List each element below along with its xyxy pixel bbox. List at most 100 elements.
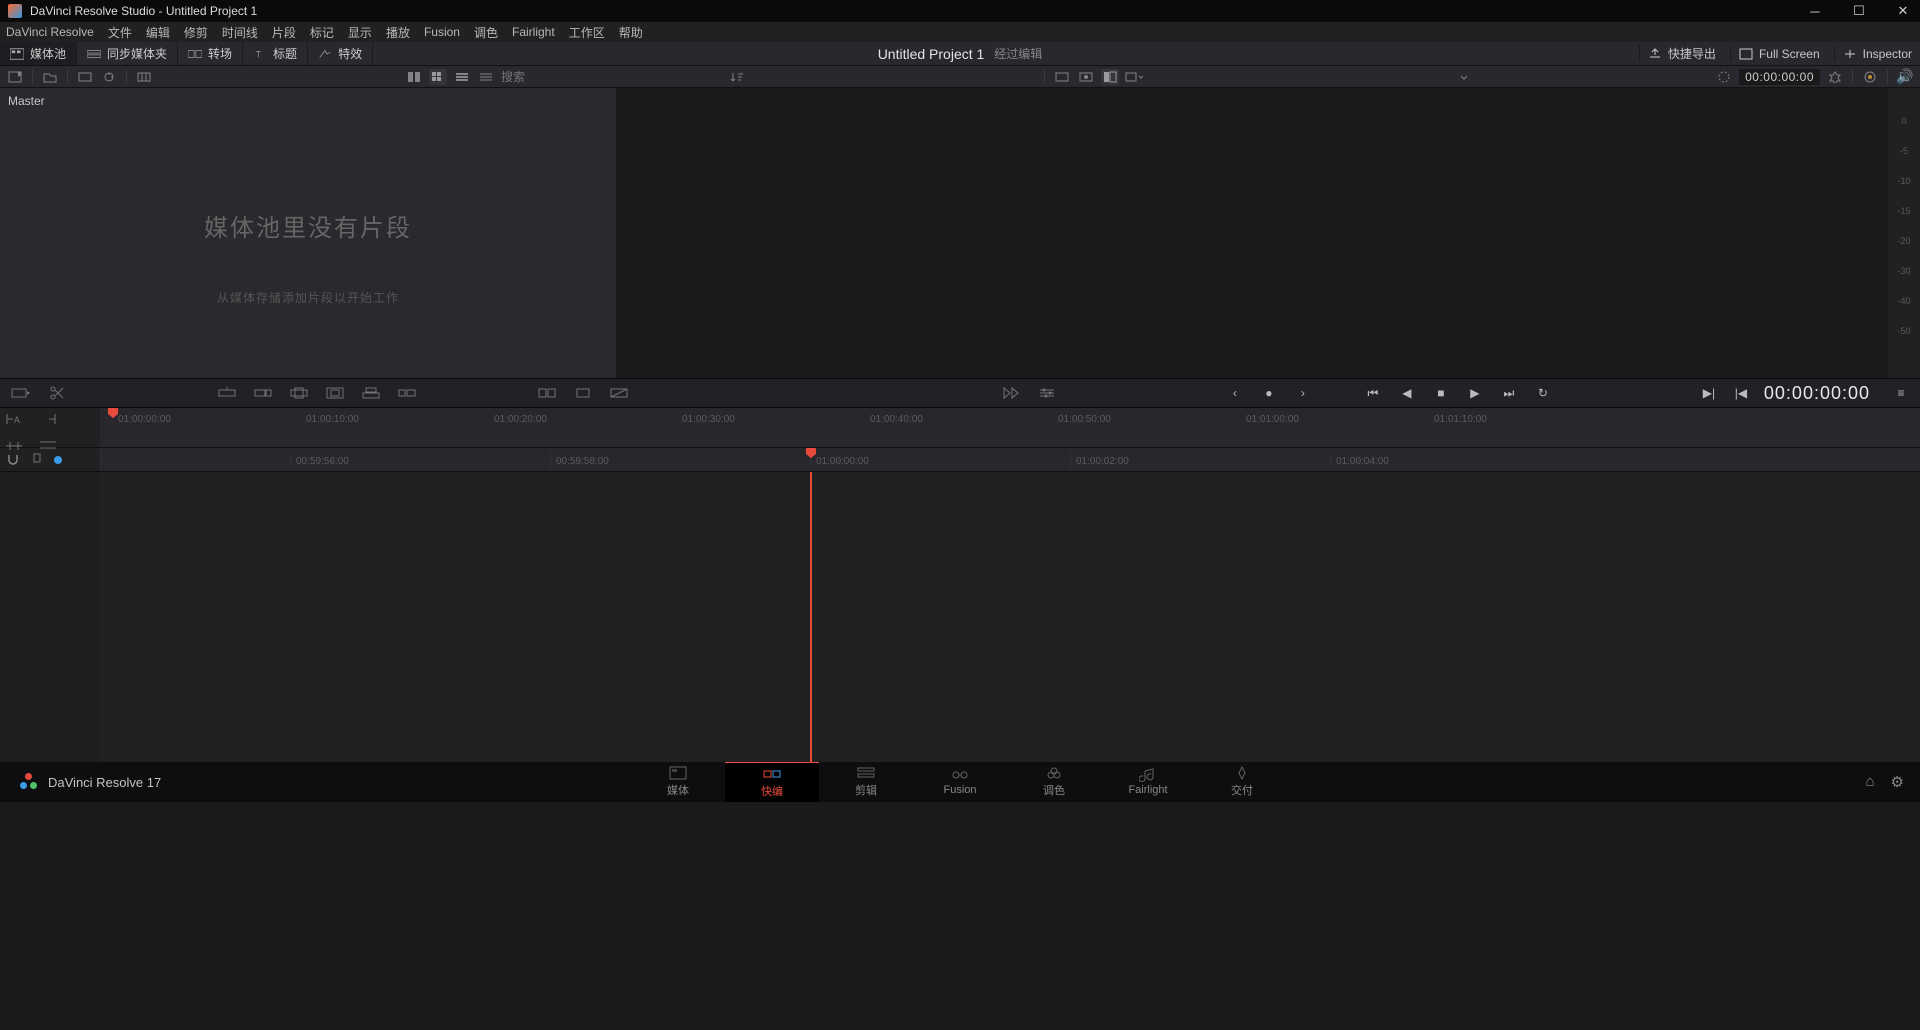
page-media[interactable]: 媒体 [631,762,725,802]
project-settings-button[interactable]: ⚙ [1891,773,1904,791]
append-button[interactable] [252,384,274,402]
safe-area-button[interactable] [1715,69,1733,85]
strip-view-button-2[interactable] [453,69,471,85]
timeline-menu-button[interactable]: ≡ [1892,384,1910,402]
split-button[interactable] [46,384,68,402]
track-area[interactable] [100,472,1920,762]
media-pool[interactable]: Master 媒体池里没有片段 从媒体存储添加片段以开始工作 [0,88,616,378]
ws-titles[interactable]: T 标题 [243,42,308,65]
menu-help[interactable]: 帮助 [619,24,643,41]
page-cut[interactable]: 快编 [725,762,819,802]
sync-button[interactable] [100,69,118,85]
minimize-button[interactable]: ─ [1806,2,1824,20]
fast-review-button[interactable] [1000,384,1022,402]
next-io-button[interactable]: › [1294,384,1312,402]
lower-timeline-ruler[interactable]: 00:59:56:00 00:59:58:00 01:00:00:00 01:0… [0,448,1920,472]
close-button[interactable]: ✕ [1894,2,1912,20]
page-fairlight[interactable]: Fairlight [1101,762,1195,802]
boring-detector-button[interactable] [10,384,32,402]
menu-view[interactable]: 显示 [348,24,372,41]
prev-io-button[interactable]: ‹ [1226,384,1244,402]
viewer-menu-dropdown[interactable] [1455,69,1473,85]
list-view-button[interactable] [477,69,495,85]
import-media-button[interactable] [6,69,24,85]
search-input[interactable] [501,70,656,84]
transition-button[interactable] [536,384,558,402]
stop-button[interactable]: ■ [1432,384,1450,402]
tools-button[interactable] [1826,69,1844,85]
menu-color[interactable]: 调色 [474,24,498,41]
smart-insert-button[interactable] [216,384,238,402]
menu-workspace[interactable]: 工作区 [569,24,605,41]
menu-davinci[interactable]: DaVinci Resolve [6,25,94,39]
new-bin-button[interactable] [41,69,59,85]
page-fusion[interactable]: Fusion [913,762,1007,802]
cut-button[interactable] [572,384,594,402]
inspector-button[interactable]: Inspector [1834,47,1920,61]
play-reverse-button[interactable]: ◀ [1398,384,1416,402]
home-button[interactable]: ⌂ [1865,773,1874,791]
menu-file[interactable]: 文件 [108,24,132,41]
master-bin-label[interactable]: Master [8,94,45,108]
menu-playback[interactable]: 播放 [386,24,410,41]
trim-out-button[interactable] [38,412,64,430]
dissolve-button[interactable] [608,384,630,402]
play-button[interactable]: ▶ [1466,384,1484,402]
strip-view-button[interactable] [135,69,153,85]
prev-edit-button[interactable]: |◀ [1732,384,1750,402]
menu-fairlight[interactable]: Fairlight [512,25,555,39]
menu-trim[interactable]: 修剪 [184,24,208,41]
go-last-button[interactable]: ⏭ [1500,384,1518,402]
loop-button[interactable]: ↻ [1534,384,1552,402]
playhead-line[interactable] [810,472,812,762]
ws-media-pool[interactable]: 媒体池 [0,42,77,65]
io-indicator[interactable]: ● [1260,384,1278,402]
next-edit-button[interactable]: ▶| [1700,384,1718,402]
menu-mark[interactable]: 标记 [310,24,334,41]
thumbnail-view-button[interactable] [429,69,447,85]
metadata-view-button[interactable] [405,69,423,85]
source-clip-button[interactable] [1077,69,1095,85]
page-edit[interactable]: 剪辑 [819,762,913,802]
viewer[interactable] [616,88,1888,378]
timeline-options-button[interactable] [1036,384,1058,402]
fullscreen-button[interactable]: Full Screen [1730,47,1828,61]
timeline-timecode[interactable]: 00:00:00:00 [1764,383,1870,404]
ripple-overwrite-button[interactable] [288,384,310,402]
upper-ruler-ticks[interactable]: 01:00:00:00 01:00:10:00 01:00:20:00 01:0… [100,408,1920,447]
ws-sync-bin[interactable]: 同步媒体夹 [77,42,178,65]
menu-timeline[interactable]: 时间线 [222,24,258,41]
viewer-dropdown[interactable] [1125,69,1143,85]
resolution-button[interactable] [76,69,94,85]
lower-playhead[interactable] [806,448,816,458]
close-up-button[interactable] [324,384,346,402]
flag-indicator[interactable] [54,456,62,464]
tick-line [290,452,291,468]
lower-ruler-ticks[interactable]: 00:59:56:00 00:59:58:00 01:00:00:00 01:0… [100,448,1920,471]
upper-playhead[interactable] [108,408,118,418]
snap-button[interactable] [6,453,22,467]
viewer-quality-button[interactable] [1101,69,1119,85]
audio-mute-button[interactable]: 🔊 [1896,69,1914,85]
track-header[interactable] [0,472,100,762]
source-overwrite-button[interactable] [396,384,418,402]
quick-export-button[interactable]: 快捷导出 [1639,45,1724,62]
place-on-top-button[interactable] [360,384,382,402]
ws-effects[interactable]: 特效 [308,42,373,65]
sort-button[interactable] [728,69,746,85]
menu-fusion[interactable]: Fusion [424,25,460,39]
trim-in-button[interactable]: A [4,412,30,430]
upper-timeline-ruler[interactable]: A 01:00:00:00 01:00:10:00 01:00:20:00 01… [0,408,1920,448]
go-first-button[interactable]: ⏮ [1364,384,1382,402]
page-deliver[interactable]: 交付 [1195,762,1289,802]
ws-transitions[interactable]: 转场 [178,42,243,65]
source-tape-button[interactable] [1053,69,1071,85]
page-color[interactable]: 调色 [1007,762,1101,802]
menu-edit[interactable]: 编辑 [146,24,170,41]
timeline-tracks[interactable] [0,472,1920,762]
bypass-color-button[interactable] [1861,69,1879,85]
menu-clip[interactable]: 片段 [272,24,296,41]
maximize-button[interactable]: ☐ [1850,2,1868,20]
viewer-timecode[interactable]: 00:00:00:00 [1739,69,1820,85]
marker-button[interactable] [30,453,46,467]
